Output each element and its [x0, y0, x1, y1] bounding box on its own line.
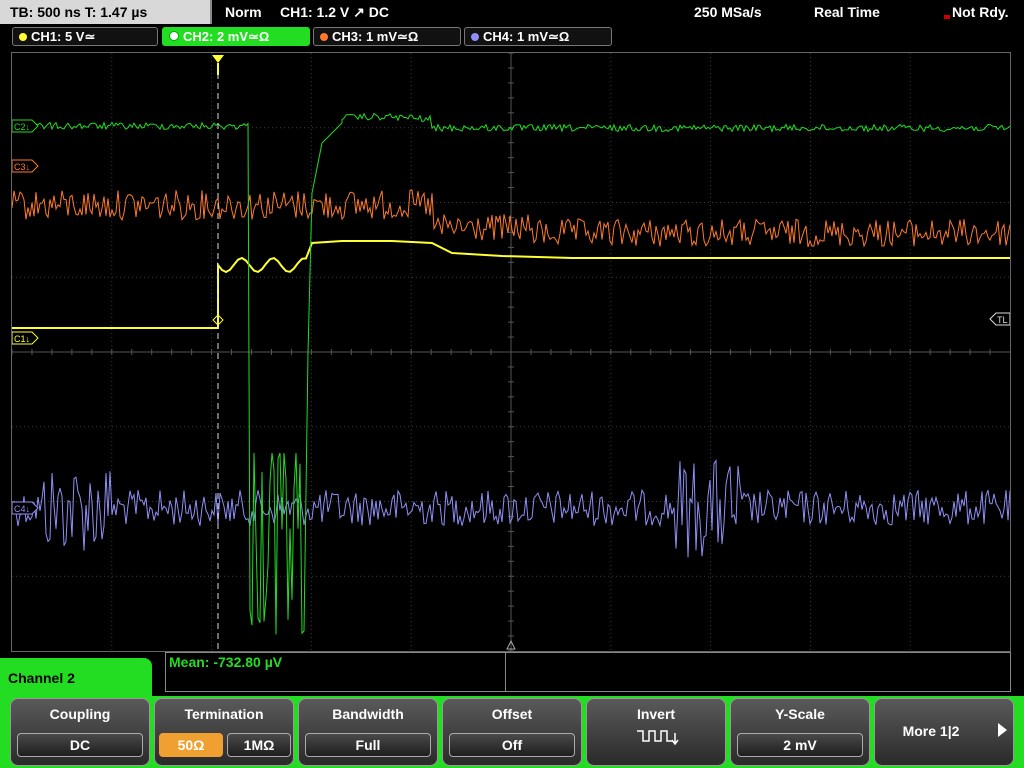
trigger-mode[interactable]: Norm [225, 0, 262, 24]
offset-softkey[interactable]: Offset Off [442, 698, 582, 766]
timebase-readout[interactable]: TB: 500 ns T: 1.47 µs [0, 0, 212, 24]
mean-measurement[interactable]: Mean: -732.80 µV [169, 654, 282, 670]
termination-50ohm-option[interactable]: 50Ω [159, 733, 223, 757]
yscale-softkey[interactable]: Y-Scale 2 mV [730, 698, 870, 766]
invert-title: Invert [636, 706, 676, 722]
ch3-ground-marker-label: C3↓ [14, 162, 30, 172]
termination-softkey[interactable]: Termination 50Ω 1MΩ [154, 698, 294, 766]
ch3-label: CH3: 1 mV≃Ω [332, 29, 419, 44]
coupling-title: Coupling [49, 706, 111, 722]
offset-title: Offset [491, 706, 533, 722]
ch1-dot-icon [19, 33, 27, 41]
ch2-label: CH2: 2 mV≃Ω [183, 29, 270, 44]
coupling-softkey[interactable]: Coupling DC [10, 698, 150, 766]
acquisition-mode: Real Time [814, 4, 880, 20]
waveform-canvas: C2↓ C3↓ C1↓ C4↓ TL [12, 53, 1010, 651]
offset-value[interactable]: Off [449, 733, 575, 757]
invert-softkey[interactable]: Invert [586, 698, 726, 766]
coupling-value[interactable]: DC [17, 733, 143, 757]
ch4-ground-marker-label: C4↓ [14, 504, 30, 514]
measurement-bar [165, 652, 1011, 692]
waveform-display[interactable]: C2↓ C3↓ C1↓ C4↓ TL [11, 52, 1011, 652]
more-softkey[interactable]: More 1|2 [874, 698, 1014, 766]
invert-waveform-icon [637, 730, 679, 746]
tab-ch2[interactable]: CH2: 2 mV≃Ω [162, 27, 310, 46]
trigger-level-label: TL [997, 315, 1008, 325]
ch3-dot-icon [320, 33, 328, 41]
tab-ch3[interactable]: CH3: 1 mV≃Ω [313, 27, 461, 46]
graticule [12, 53, 1010, 651]
trigger-position-icon [217, 63, 219, 75]
trigger-source-readout[interactable]: CH1: 1.2 V ↗ DC [280, 0, 389, 24]
measurement-divider [505, 652, 506, 692]
ch1-ground-marker-label: C1↓ [14, 334, 30, 344]
ch2-dot-icon [169, 31, 179, 41]
ch4-label: CH4: 1 mV≃Ω [483, 29, 570, 44]
yscale-title: Y-Scale [775, 706, 825, 722]
bandwidth-softkey[interactable]: Bandwidth Full [298, 698, 438, 766]
sample-rate: 250 MSa/s [694, 4, 762, 20]
termination-title: Termination [184, 706, 264, 722]
bandwidth-title: Bandwidth [332, 706, 404, 722]
trigger-status: Not Rdy. [944, 0, 1009, 24]
more-label: More 1|2 [902, 723, 960, 739]
tab-ch4[interactable]: CH4: 1 mV≃Ω [464, 27, 612, 46]
menu-title: Channel 2 [0, 658, 152, 698]
tab-ch1[interactable]: CH1: 5 V≃ [12, 27, 158, 46]
ch2-ground-marker-label: C2↓ [14, 122, 30, 132]
ch4-dot-icon [471, 33, 479, 41]
termination-1mohm-option[interactable]: 1MΩ [227, 733, 291, 757]
yscale-value[interactable]: 2 mV [737, 733, 863, 757]
ch1-label: CH1: 5 V≃ [31, 29, 96, 44]
trigger-position-icon [212, 55, 224, 63]
chevron-right-icon [998, 723, 1007, 737]
bandwidth-value[interactable]: Full [305, 733, 431, 757]
